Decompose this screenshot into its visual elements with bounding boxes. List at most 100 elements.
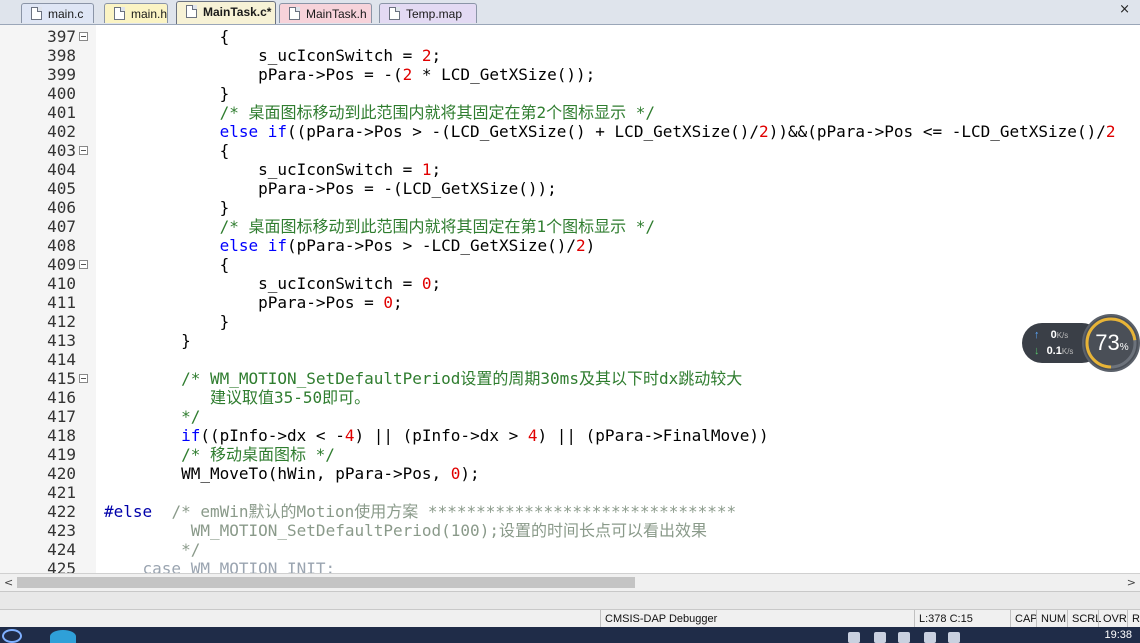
code-token: ((pInfo->dx < - bbox=[200, 426, 345, 445]
browser-icon[interactable] bbox=[50, 630, 76, 643]
code-token: 建议取值35-50即可。 bbox=[209, 388, 371, 407]
fold-toggle-icon[interactable] bbox=[79, 32, 88, 41]
code-token: ; bbox=[431, 46, 442, 65]
code-line: pPara->Pos = -(2 * LCD_GetXSize()); bbox=[104, 65, 595, 84]
tray-network-icon[interactable] bbox=[874, 632, 886, 643]
code-line: /* 桌面图标移动到此范围内就将其固定在第1个图标显示 */ bbox=[104, 217, 655, 236]
download-arrow-icon: ↓ bbox=[1034, 345, 1040, 357]
status-scrl: SCRL bbox=[1067, 610, 1101, 628]
code-line: s_ucIconSwitch = 2; bbox=[104, 46, 441, 65]
code-line: { bbox=[104, 255, 230, 274]
close-icon[interactable]: × bbox=[1119, 2, 1130, 17]
line-number: 404 bbox=[47, 160, 76, 179]
status-debugger: CMSIS-DAP Debugger bbox=[600, 610, 905, 628]
code-token: } bbox=[104, 312, 230, 331]
line-number: 408 bbox=[47, 236, 76, 255]
code-line: WM_MoveTo(hWin, pPara->Pos, 0); bbox=[104, 464, 480, 483]
tray-shield-icon[interactable] bbox=[848, 632, 860, 643]
fold-toggle-icon[interactable] bbox=[79, 374, 88, 383]
code-token: 2 bbox=[402, 65, 413, 84]
cpu-usage-value: 73% bbox=[1095, 330, 1129, 355]
tab-maintask-c[interactable]: MainTask.c* bbox=[176, 1, 276, 24]
code-line: WM_MOTION_SetDefaultPeriod(100);设置的时间长点可… bbox=[104, 521, 707, 540]
line-number-gutter: 397 398 399 400 401 402 403 404 405 406 407 408 409 4… bbox=[0, 25, 96, 573]
line-number: 412 bbox=[47, 312, 76, 331]
line-number: 407 bbox=[47, 217, 76, 236]
line-number: 417 bbox=[47, 407, 76, 426]
code-token: ) || (pPara->FinalMove)) bbox=[537, 426, 769, 445]
line-number: 425 bbox=[47, 559, 76, 573]
code-token: WM_MoveTo(hWin, pPara->Pos, bbox=[104, 464, 451, 483]
tab-temp-map[interactable]: Temp.map bbox=[379, 3, 477, 23]
taskbar-clock[interactable]: 19:38 bbox=[1104, 627, 1132, 643]
code-token: /* WM_MOTION_SetDefaultPeriod设置的周期30ms及其… bbox=[181, 369, 743, 388]
tab-maintask-h[interactable]: MainTask.h bbox=[279, 3, 372, 23]
code-token: 2 bbox=[759, 122, 769, 141]
code-line: 建议取值35-50即可。 bbox=[104, 388, 370, 407]
code-token: pPara->Pos = bbox=[104, 293, 384, 312]
code-line: /* WM_MOTION_SetDefaultPeriod设置的周期30ms及其… bbox=[104, 369, 742, 388]
code-token: ((pPara->Pos > -(LCD_GetXSize() + LCD_Ge… bbox=[287, 122, 760, 141]
tab-main-h[interactable]: main.h bbox=[104, 3, 168, 23]
code-token: ) bbox=[585, 236, 596, 255]
code-line: if((pInfo->dx < -4) || (pInfo->dx > 4) |… bbox=[104, 426, 769, 445]
tray-volume-icon[interactable] bbox=[898, 632, 910, 643]
tab-label: MainTask.c* bbox=[203, 5, 272, 19]
horizontal-scrollbar[interactable]: < > bbox=[0, 573, 1140, 591]
line-number: 399 bbox=[47, 65, 76, 84]
line-number: 397 bbox=[47, 27, 76, 46]
file-icon bbox=[31, 7, 42, 20]
tray-app-icon[interactable] bbox=[948, 632, 960, 643]
status-cap: CAP bbox=[1010, 610, 1039, 628]
code-line: /* 桌面图标移动到此范围内就将其固定在第2个图标显示 */ bbox=[104, 103, 655, 122]
scroll-right-arrow[interactable]: > bbox=[1127, 574, 1136, 591]
status-rw: R bbox=[1127, 610, 1140, 628]
code-token: { bbox=[104, 27, 230, 46]
code-editor[interactable]: 397 398 399 400 401 402 403 404 405 406 407 408 409 4… bbox=[0, 25, 1140, 573]
fold-toggle-icon[interactable] bbox=[79, 146, 88, 155]
code-line: } bbox=[104, 198, 230, 217]
line-number: 413 bbox=[47, 331, 76, 350]
code-token: 2 bbox=[421, 46, 432, 65]
network-speed-widget[interactable]: ↑ 0K/s ↓ 0.1K/s 73% bbox=[1022, 313, 1140, 373]
code-token: 0 bbox=[421, 274, 432, 293]
tab-bar: main.c main.h MainTask.c* MainTask.h Temp.ma… bbox=[0, 0, 1140, 25]
line-number: 416 bbox=[47, 388, 76, 407]
code-line: s_ucIconSwitch = 1; bbox=[104, 160, 441, 179]
code-token: case WM_MOTION_INIT: bbox=[142, 559, 336, 573]
code-token: } bbox=[104, 198, 230, 217]
code-token: else if bbox=[219, 236, 288, 255]
code-line: case WM_MOTION_INIT: bbox=[104, 559, 336, 573]
taskbar: 19:38 bbox=[0, 627, 1140, 643]
code-line: #else /* emWin默认的Motion使用方案 ************… bbox=[104, 502, 736, 521]
code-line: { bbox=[104, 27, 230, 46]
tab-label: Temp.map bbox=[406, 7, 463, 21]
line-number: 405 bbox=[47, 179, 76, 198]
tray-ime-icon[interactable] bbox=[924, 632, 936, 643]
tab-label: MainTask.h bbox=[306, 7, 367, 21]
code-token: 2 bbox=[576, 236, 586, 255]
code-token: 0 bbox=[383, 293, 393, 312]
tab-main-c[interactable]: main.c bbox=[21, 3, 94, 23]
line-number: 415 bbox=[47, 369, 76, 388]
line-number: 403 bbox=[47, 141, 76, 160]
code-token: (pPara->Pos > -LCD_GetXSize()/ bbox=[287, 236, 577, 255]
code-token: /* emWin默认的Motion使用方案 ******************… bbox=[171, 502, 737, 521]
fold-toggle-icon[interactable] bbox=[79, 260, 88, 269]
code-token: */ bbox=[181, 407, 201, 426]
code-line: */ bbox=[104, 407, 200, 426]
code-line: */ bbox=[104, 540, 200, 559]
start-button-icon[interactable] bbox=[2, 629, 22, 643]
code-token: 2 bbox=[1105, 122, 1116, 141]
status-num: NUM bbox=[1036, 610, 1069, 628]
scroll-left-arrow[interactable]: < bbox=[4, 574, 13, 591]
upload-arrow-icon: ↑ bbox=[1034, 329, 1040, 341]
scrollbar-thumb[interactable] bbox=[17, 577, 635, 588]
line-number: 419 bbox=[47, 445, 76, 464]
